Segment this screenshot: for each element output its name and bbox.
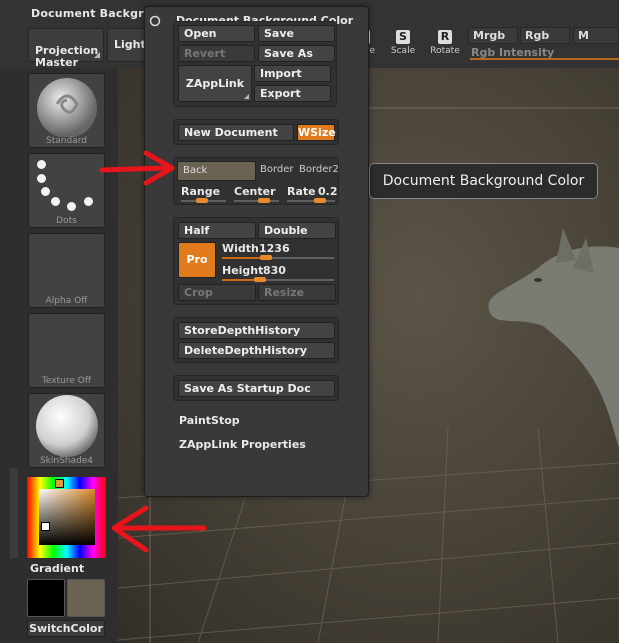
- main-color-swatch[interactable]: [27, 579, 65, 617]
- startup-group: Save As Startup Doc: [173, 375, 339, 401]
- stroke-dot-icon: [67, 202, 76, 211]
- tooltip: Document Background Color: [369, 163, 598, 199]
- scale-icon: S: [396, 30, 410, 44]
- shelf-scroll-handle[interactable]: [10, 468, 18, 558]
- open-button[interactable]: Open: [178, 25, 255, 42]
- save-button[interactable]: Save: [258, 25, 335, 42]
- color-picker[interactable]: [27, 477, 106, 558]
- material-sphere-icon: [36, 395, 98, 457]
- stroke-dot-icon: [84, 197, 93, 206]
- color-saturation-square[interactable]: [39, 489, 95, 545]
- stroke-dot-icon: [41, 187, 50, 196]
- rate-slider-knob[interactable]: [314, 198, 326, 203]
- stroke-thumbnail[interactable]: Dots: [28, 153, 105, 228]
- expand-triangle-icon: [94, 52, 100, 58]
- height-slider-fill: [222, 279, 254, 281]
- rotate-button[interactable]: R Rotate: [430, 30, 460, 60]
- back-color-button[interactable]: Back: [177, 161, 256, 181]
- zapplink-properties-menu-item[interactable]: ZAppLink Properties: [179, 438, 306, 451]
- secondary-color-swatch[interactable]: [67, 579, 105, 617]
- rate-value: 0.2: [318, 185, 338, 198]
- range-slider-label: Range: [181, 185, 221, 198]
- scale-button[interactable]: S Scale: [388, 30, 418, 60]
- rotate-icon: R: [438, 30, 452, 44]
- document-menu-panel: Document Background Color Open Save Reve…: [144, 6, 369, 497]
- file-group: Open Save Revert Save As ZAppLink Import…: [173, 21, 337, 107]
- alpha-thumbnail[interactable]: Alpha Off: [28, 233, 105, 308]
- rate-slider[interactable]: [287, 200, 335, 202]
- import-button[interactable]: Import: [254, 65, 331, 82]
- width-slider-fill: [222, 257, 260, 259]
- save-as-startup-doc-button[interactable]: Save As Startup Doc: [178, 380, 335, 397]
- stroke-dot-icon: [37, 174, 46, 183]
- revert-button[interactable]: Revert: [178, 45, 255, 62]
- border-button[interactable]: Border: [260, 164, 294, 175]
- stroke-dot-icon: [37, 160, 46, 169]
- width-slider-knob[interactable]: [260, 255, 272, 260]
- background-group: Back Border Border2 Range Center Rate 0.…: [173, 157, 339, 205]
- export-button[interactable]: Export: [254, 85, 331, 102]
- pro-button[interactable]: Pro: [178, 242, 216, 278]
- projection-master-button[interactable]: Projection Master: [28, 28, 104, 69]
- expand-triangle-icon: [244, 94, 249, 99]
- border2-button[interactable]: Border2: [299, 164, 339, 175]
- height-slider-knob[interactable]: [254, 277, 266, 282]
- crop-button[interactable]: Crop: [178, 284, 256, 301]
- mrgb-button[interactable]: Mrgb: [468, 27, 518, 44]
- pin-icon[interactable]: [149, 15, 161, 27]
- hue-marker[interactable]: [55, 479, 64, 488]
- rate-slider-label: Rate: [287, 185, 316, 198]
- store-depth-history-button[interactable]: StoreDepthHistory: [178, 322, 335, 339]
- texture-thumbnail[interactable]: Texture Off: [28, 313, 105, 388]
- document-size-group: Half Double Pro Width 1236 Height 830 Cr…: [173, 217, 339, 305]
- brush-thumbnail[interactable]: Standard: [28, 73, 105, 148]
- height-slider-label: Height: [222, 264, 264, 277]
- center-slider-knob[interactable]: [258, 198, 270, 203]
- material-thumbnail[interactable]: SkinShade4: [28, 393, 105, 468]
- gradient-label[interactable]: Gradient: [30, 562, 84, 575]
- delete-depth-history-button[interactable]: DeleteDepthHistory: [178, 342, 335, 359]
- new-document-group: New Document WSize: [173, 119, 339, 145]
- width-value: 1236: [259, 242, 290, 255]
- save-as-button[interactable]: Save As: [258, 45, 335, 62]
- rgb-intensity-slider[interactable]: [470, 58, 619, 60]
- half-button[interactable]: Half: [178, 222, 256, 239]
- double-button[interactable]: Double: [258, 222, 336, 239]
- color-marker[interactable]: [41, 522, 50, 531]
- lightbox-button[interactable]: LightBox: [107, 28, 169, 62]
- stroke-dot-icon: [51, 197, 60, 206]
- resize-button[interactable]: Resize: [258, 284, 336, 301]
- new-document-button[interactable]: New Document: [178, 124, 294, 141]
- switch-color-button[interactable]: SwitchColor: [27, 620, 105, 637]
- rgb-button[interactable]: Rgb: [520, 27, 570, 44]
- m-button[interactable]: M: [573, 27, 619, 44]
- zapplink-button[interactable]: ZAppLink: [178, 65, 252, 102]
- annotation-arrow-icon: [111, 505, 207, 553]
- wsize-button[interactable]: WSize: [297, 124, 336, 141]
- dog-model-icon: [488, 228, 619, 448]
- depth-history-group: StoreDepthHistory DeleteDepthHistory: [173, 317, 339, 363]
- range-slider-knob[interactable]: [196, 198, 208, 203]
- center-slider[interactable]: [234, 200, 279, 202]
- brush-icon: [37, 78, 97, 138]
- center-slider-label: Center: [234, 185, 276, 198]
- height-value: 830: [263, 264, 286, 277]
- annotation-arrow-icon: [99, 150, 175, 186]
- width-slider-label: Width: [222, 242, 259, 255]
- paintstop-menu-item[interactable]: PaintStop: [179, 414, 240, 427]
